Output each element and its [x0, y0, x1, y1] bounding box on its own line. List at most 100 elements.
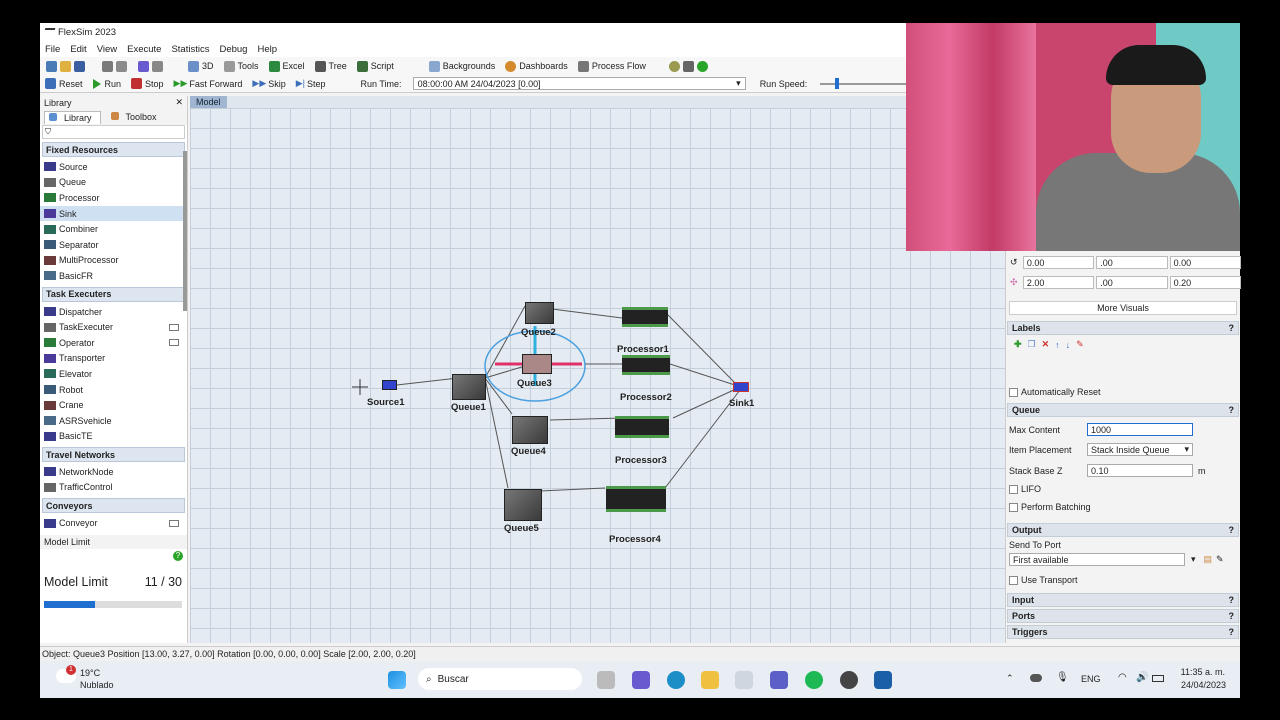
expand-icon[interactable] [169, 323, 179, 331]
pin-icon[interactable]: ✎ [1076, 339, 1084, 350]
library-item[interactable]: Separator [40, 237, 187, 253]
gear-icon[interactable] [668, 60, 680, 72]
tab-toolbox[interactable]: Toolbox [107, 111, 165, 123]
connect-icon[interactable] [116, 60, 127, 72]
move-down-icon[interactable]: ↓ [1066, 340, 1071, 350]
perform-batching-row[interactable]: Perform Batching [1006, 502, 1241, 512]
run-button[interactable]: Run [92, 78, 121, 89]
microphone-icon[interactable]: 🎙 [1056, 672, 1069, 683]
teams-icon[interactable] [770, 671, 788, 689]
skip-button[interactable]: ▶▶ Skip [252, 78, 285, 89]
library-category[interactable]: Conveyors [42, 498, 185, 514]
library-item[interactable]: Queue [40, 175, 187, 191]
help-icon[interactable] [696, 60, 708, 72]
menu-file[interactable]: File [40, 44, 65, 55]
pointer-icon[interactable] [102, 60, 113, 72]
modules-icon[interactable] [682, 60, 694, 72]
rotation-y-input[interactable]: .00 [1096, 256, 1168, 269]
triggers-section-header[interactable]: Triggers? [1007, 625, 1239, 639]
ports-section-header[interactable]: Ports? [1007, 609, 1239, 623]
library-item[interactable]: Robot [40, 382, 187, 398]
backgrounds-button[interactable]: Backgrounds [428, 60, 495, 72]
spotify-icon[interactable] [805, 671, 823, 689]
excel-button[interactable]: Excel [268, 60, 305, 72]
template-icon[interactable]: ▤ [1204, 554, 1213, 565]
save-icon[interactable] [74, 60, 85, 72]
labels-section-header[interactable]: Labels? [1007, 321, 1239, 335]
queue-section-header[interactable]: Queue? [1007, 403, 1239, 417]
tab-library[interactable]: Library [44, 110, 101, 124]
more-visuals-button[interactable]: More Visuals [1009, 301, 1237, 315]
process-flow-button[interactable]: Process Flow [577, 60, 646, 72]
new-icon[interactable] [46, 60, 57, 72]
library-category[interactable]: Task Executers [42, 286, 185, 302]
send-to-port-input[interactable]: First available [1009, 553, 1185, 566]
queue2-shape[interactable] [525, 302, 554, 324]
sink1-shape[interactable] [733, 382, 749, 392]
auto-reset-checkbox[interactable] [1009, 387, 1018, 397]
tools-button[interactable]: Tools [223, 60, 259, 72]
tree-button[interactable]: Tree [314, 60, 347, 72]
chevron-up-icon[interactable]: ⌃ [1006, 673, 1014, 684]
teams-chat-icon[interactable] [632, 671, 650, 689]
rotation-z-input[interactable]: 0.00 [1169, 256, 1241, 269]
library-category[interactable]: Fixed Resources [42, 142, 185, 157]
processor4-shape[interactable] [606, 486, 666, 512]
object-color-icon[interactable] [138, 60, 149, 72]
view-settings-icon[interactable] [152, 60, 163, 72]
library-item[interactable]: Sink [40, 205, 187, 222]
app-icon[interactable] [874, 671, 892, 689]
add-icon[interactable]: ✚ [1014, 339, 1022, 350]
task-view-icon[interactable] [597, 671, 615, 689]
model-view[interactable]: Model Source1 Queue1 Queue2 Queue3 Queue… [190, 96, 1005, 643]
copy-icon[interactable]: ❐ [1028, 339, 1036, 350]
wifi-icon[interactable]: ◠ [1118, 672, 1127, 683]
edit-code-icon[interactable]: ✎ [1216, 554, 1224, 565]
library-item[interactable]: Processor [40, 190, 187, 206]
run-time-field[interactable]: 08:00:00 AM 24/04/2023 [0.00] ▾ [412, 77, 746, 90]
slider-thumb[interactable] [835, 77, 840, 89]
queue3-shape[interactable] [522, 354, 552, 374]
library-category[interactable]: Travel Networks [42, 447, 185, 463]
close-icon[interactable]: ✕ [175, 97, 183, 108]
flexsim-taskbar-icon[interactable] [735, 671, 753, 689]
fast-forward-button[interactable]: ▶▶ Fast Forward [174, 78, 243, 89]
library-item[interactable]: Conveyor [40, 515, 187, 531]
queue5-shape[interactable] [504, 489, 542, 521]
menu-execute[interactable]: Execute [122, 44, 166, 55]
item-placement-select[interactable]: Stack Inside Queue ▾ [1087, 443, 1193, 456]
run-speed-slider[interactable] [820, 77, 910, 89]
weather-temp[interactable]: 19°C [80, 668, 100, 678]
perform-batching-checkbox[interactable] [1009, 502, 1018, 512]
library-item[interactable]: NetworkNode [40, 464, 187, 480]
menu-edit[interactable]: Edit [65, 44, 91, 55]
library-item[interactable]: Combiner [40, 221, 187, 237]
library-item[interactable]: Dispatcher [40, 304, 187, 320]
expand-icon[interactable] [169, 339, 179, 347]
stop-button[interactable]: Stop [131, 78, 164, 89]
lifo-row[interactable]: LIFO [1006, 484, 1241, 494]
menu-statistics[interactable]: Statistics [166, 44, 214, 55]
input-section-header[interactable]: Input? [1007, 593, 1239, 607]
processor1-shape[interactable] [622, 307, 668, 327]
library-item[interactable]: Source [40, 159, 187, 175]
scale-y-input[interactable]: .00 [1096, 276, 1168, 289]
battery-icon[interactable] [1152, 675, 1164, 682]
use-transport-checkbox[interactable] [1009, 575, 1018, 585]
lifo-checkbox[interactable] [1009, 484, 1018, 494]
output-section-header[interactable]: Output? [1007, 523, 1239, 537]
obs-icon[interactable] [840, 671, 858, 689]
library-item[interactable]: TrafficControl [40, 480, 187, 496]
file-explorer-icon[interactable] [701, 671, 719, 689]
clock-time[interactable]: 11:35 a. m. [1180, 667, 1225, 677]
library-item[interactable]: Elevator [40, 366, 187, 382]
chevron-down-icon[interactable]: ▾ [1191, 554, 1196, 565]
chevron-down-icon[interactable]: ▾ [736, 78, 741, 89]
use-transport-row[interactable]: Use Transport [1006, 575, 1241, 585]
rotation-x-input[interactable]: 0.00 [1022, 256, 1095, 269]
scale-x-input[interactable]: 2.00 [1022, 276, 1095, 289]
library-item[interactable]: Crane [40, 397, 187, 413]
weather-desc[interactable]: Nublado [80, 680, 114, 690]
library-item[interactable]: BasicFR [40, 268, 187, 284]
library-filter[interactable]: ⛉ [42, 125, 185, 139]
